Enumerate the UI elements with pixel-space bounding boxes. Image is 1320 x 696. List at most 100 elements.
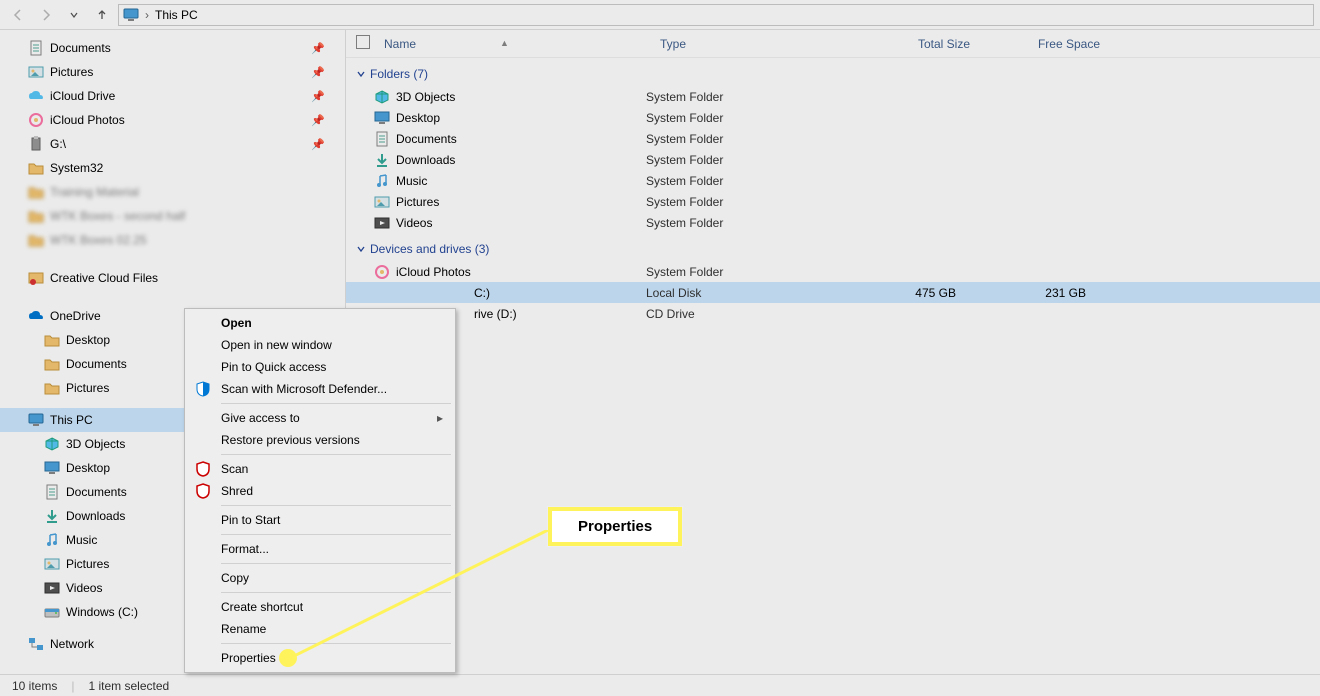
defender-icon [195,381,211,397]
recent-dropdown[interactable] [62,3,86,27]
menu-item-format-[interactable]: Format... [187,538,453,560]
breadcrumb-location[interactable]: This PC [155,8,198,22]
folder-icon [28,232,44,248]
music-icon [44,532,60,548]
folder-row[interactable]: 3D ObjectsSystem Folder [346,86,1320,107]
3d-icon [44,436,60,452]
folder-icon [44,332,60,348]
menu-separator [221,534,451,535]
menu-item-rename[interactable]: Rename [187,618,453,640]
menu-item-pin-to-start[interactable]: Pin to Start [187,509,453,531]
select-all-checkbox[interactable] [356,35,370,49]
pic-icon [374,194,390,210]
folder-row[interactable]: VideosSystem Folder [346,212,1320,233]
pic-icon [44,556,60,572]
menu-separator [221,403,451,404]
folder-icon [28,160,44,176]
mcafee-icon [195,461,211,477]
network-icon [28,636,44,652]
folder-row[interactable]: DesktopSystem Folder [346,107,1320,128]
menu-separator [221,643,451,644]
sidebar-quick-item[interactable]: Training Material [0,180,345,204]
column-name[interactable]: Name▲ [380,37,660,51]
sidebar-quick-item[interactable]: Documents📌 [0,36,345,60]
down-icon [374,152,390,168]
column-total-size[interactable]: Total Size [860,37,990,51]
folder-icon [28,184,44,200]
context-menu: OpenOpen in new windowPin to Quick acces… [184,308,456,673]
sidebar-quick-item[interactable]: iCloud Drive📌 [0,84,345,108]
sidebar-quick-item[interactable]: WTK Boxes - second half [0,204,345,228]
icloud-icon [28,88,44,104]
folder-icon [44,380,60,396]
music-icon [374,173,390,189]
video-icon [374,215,390,231]
menu-item-shred[interactable]: Shred [187,480,453,502]
column-free-space[interactable]: Free Space [990,37,1120,51]
sidebar-quick-item[interactable]: Pictures📌 [0,60,345,84]
desktop-icon [374,110,390,126]
doc-icon [44,484,60,500]
menu-item-open-in-new-window[interactable]: Open in new window [187,334,453,356]
menu-item-properties[interactable]: Properties [187,647,453,669]
sidebar-quick-item[interactable]: G:\📌 [0,132,345,156]
drive-row[interactable]: C:)Local Disk475 GB231 GB [346,282,1320,303]
back-button[interactable] [6,3,30,27]
sidebar-quick-item[interactable]: WTK Boxes 02.25 [0,228,345,252]
folder-row[interactable]: MusicSystem Folder [346,170,1320,191]
menu-item-pin-to-quick-access[interactable]: Pin to Quick access [187,356,453,378]
down-icon [44,508,60,524]
status-bar: 10 items | 1 item selected [0,674,1320,696]
callout-properties: Properties [548,507,682,546]
pic-icon [28,64,44,80]
menu-separator [221,563,451,564]
breadcrumb-separator: › [145,8,149,22]
group-drives[interactable]: Devices and drives (3) [346,237,1320,261]
3d-icon [374,89,390,105]
sidebar-quick-item[interactable]: iCloud Photos📌 [0,108,345,132]
content-pane: Name▲ Type Total Size Free Space Folders… [346,30,1320,666]
menu-item-open[interactable]: Open [187,312,453,334]
menu-item-copy[interactable]: Copy [187,567,453,589]
chevron-right-icon: ▸ [437,411,443,425]
column-type[interactable]: Type [660,37,860,51]
sidebar-item-creative-cloud[interactable]: Creative Cloud Files [0,266,345,290]
menu-item-scan-with-microsoft-defender-[interactable]: Scan with Microsoft Defender... [187,378,453,400]
folder-icon [28,208,44,224]
status-selected-count: 1 item selected [88,679,169,693]
video-icon [44,580,60,596]
menu-separator [221,592,451,593]
menu-item-give-access-to[interactable]: Give access to▸ [187,407,453,429]
menu-separator [221,454,451,455]
doc-icon [28,40,44,56]
this-pc-icon [28,412,44,428]
menu-item-create-shortcut[interactable]: Create shortcut [187,596,453,618]
up-button[interactable] [90,3,114,27]
pin-icon: 📌 [311,90,325,103]
column-headers: Name▲ Type Total Size Free Space [346,30,1320,58]
creative-cloud-icon [28,270,44,286]
highlight-dot [279,649,297,667]
iphotos-icon [374,264,390,280]
sidebar-quick-item[interactable]: System32 [0,156,345,180]
address-box[interactable]: › This PC [118,4,1314,26]
folder-row[interactable]: DocumentsSystem Folder [346,128,1320,149]
usb-icon [28,136,44,152]
forward-button[interactable] [34,3,58,27]
drive-icon [44,604,60,620]
drive-row[interactable]: iCloud PhotosSystem Folder [346,261,1320,282]
status-item-count: 10 items [12,679,57,693]
onedrive-icon [28,308,44,324]
folder-icon [44,356,60,372]
menu-item-scan[interactable]: Scan [187,458,453,480]
pin-icon: 📌 [311,114,325,127]
drive-row[interactable]: rive (D:)CD Drive [346,303,1320,324]
pin-icon: 📌 [311,66,325,79]
menu-separator [221,505,451,506]
folder-row[interactable]: PicturesSystem Folder [346,191,1320,212]
address-bar: › This PC [0,0,1320,30]
menu-item-restore-previous-versions[interactable]: Restore previous versions [187,429,453,451]
doc-icon [374,131,390,147]
group-folders[interactable]: Folders (7) [346,62,1320,86]
folder-row[interactable]: DownloadsSystem Folder [346,149,1320,170]
